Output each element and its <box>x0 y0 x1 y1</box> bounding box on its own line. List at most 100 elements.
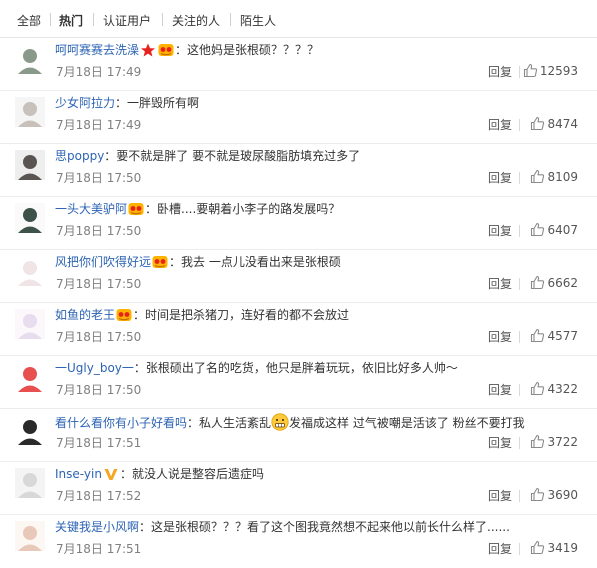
comment-timestamp: 7月18日 17:51 <box>56 436 142 450</box>
verified-v-badge[interactable] <box>103 467 119 481</box>
comment-body: 呵呵赛赛去洗澡 ：这他妈是张根硕？？？？ <box>55 42 319 58</box>
comment-timestamp: 7月18日 17:49 <box>56 118 142 132</box>
tab-strangers[interactable]: 陌生人 <box>240 12 276 29</box>
like-button[interactable]: 4577 <box>530 328 578 346</box>
tab-all[interactable]: 全部 <box>17 12 41 29</box>
action-divider <box>519 119 520 131</box>
tab-following[interactable]: 关注的人 <box>172 12 220 29</box>
comment-body: 一头大美驴阿 ：卧槽....要朝着小李子的路发展吗？ <box>55 201 340 217</box>
username-link[interactable]: 一Ugly_boy一 <box>55 361 134 375</box>
reply-button[interactable]: 回复 <box>488 542 512 556</box>
reply-button[interactable]: 回复 <box>488 224 512 238</box>
like-button[interactable]: 3419 <box>530 540 578 558</box>
comment-text: ：这他妈是张根硕？？？？ <box>175 43 320 57</box>
like-button[interactable]: 12593 <box>523 63 578 81</box>
reply-button[interactable]: 回复 <box>488 330 512 344</box>
avatar[interactable] <box>15 468 45 498</box>
avatar[interactable] <box>15 256 45 286</box>
vip-badge[interactable] <box>128 202 144 216</box>
reply-button[interactable]: 回复 <box>488 383 512 397</box>
comment-timestamp: 7月18日 17:50 <box>56 330 142 344</box>
like-button[interactable]: 8109 <box>530 169 578 187</box>
username-link[interactable]: 看什么看你有小子好看吗 <box>55 416 187 430</box>
username-link[interactable]: 风把你们吹得好远 <box>55 255 151 269</box>
vip-badge[interactable] <box>152 255 168 269</box>
like-count: 6407 <box>547 223 578 237</box>
thumbs-up-icon <box>531 328 545 343</box>
avatar[interactable] <box>15 521 45 551</box>
comment-row: 风把你们吹得好远 ：我去 一点儿没看出来是张根硕 7月18日 17:50 回复 6662 <box>0 250 597 303</box>
comment-text: ：要不就是胖了 要不就是玻尿酸脂肪填充过多了 <box>104 149 361 163</box>
like-button[interactable]: 6407 <box>530 222 578 240</box>
like-button[interactable]: 3722 <box>530 434 578 452</box>
avatar[interactable] <box>15 97 45 127</box>
avatar[interactable] <box>15 150 45 180</box>
comment-timestamp: 7月18日 17:49 <box>56 65 142 79</box>
username-link[interactable]: 少女阿拉力 <box>55 96 115 110</box>
thumbs-up-icon <box>531 222 545 237</box>
action-divider <box>519 172 520 184</box>
tab-hot[interactable]: 热门 <box>59 12 83 29</box>
username-link[interactable]: 如鱼的老王 <box>55 308 115 322</box>
comment-row: 如鱼的老王 ：时间是把杀猪刀，连好看的都不会放过 7月18日 17:50 回复 4577 <box>0 303 597 356</box>
reply-button[interactable]: 回复 <box>488 436 512 450</box>
like-button[interactable]: 4322 <box>530 381 578 399</box>
username-link[interactable]: 一头大美驴阿 <box>55 202 127 216</box>
thumbs-up-icon <box>531 540 545 555</box>
comment-body: 如鱼的老王 ：时间是把杀猪刀，连好看的都不会放过 <box>55 307 349 323</box>
thumbs-up-icon <box>531 434 545 449</box>
avatar[interactable] <box>15 415 45 445</box>
action-divider <box>519 437 520 449</box>
comment-body: 关键我是小风啊：这是张根硕？？？看了这个图我竟然想不起来他以前长什么样了....… <box>55 519 510 535</box>
tab-divider <box>162 13 163 26</box>
comment-timestamp: 7月18日 17:52 <box>56 489 142 503</box>
avatar[interactable] <box>15 44 45 74</box>
comment-text: ：这是张根硕？？？看了这个图我竟然想不起来他以前长什么样了...... <box>139 520 510 534</box>
comment-text: ：张根硕出了名的吃货，他只是胖着玩玩，依旧比好多人帅～ <box>133 361 458 375</box>
like-count: 6662 <box>547 276 578 290</box>
comment-body: 思poppy：要不就是胖了 要不就是玻尿酸脂肪填充过多了 <box>55 148 360 164</box>
comment-text: ：就没人说是整容后遗症吗 <box>119 467 264 481</box>
action-divider <box>519 490 520 502</box>
like-count: 12593 <box>539 64 578 78</box>
comment-text: ：私人生活紊乱 <box>187 416 272 430</box>
comment-body: 少女阿拉力：一胖毁所有啊 <box>55 95 199 111</box>
comment-text: ：时间是把杀猪刀，连好看的都不会放过 <box>133 308 350 322</box>
thumbs-up-icon <box>523 63 537 78</box>
like-button[interactable]: 6662 <box>530 275 578 293</box>
tab-verified-users[interactable]: 认证用户 <box>103 12 151 29</box>
avatar[interactable] <box>15 203 45 233</box>
reply-button[interactable]: 回复 <box>488 171 512 185</box>
username-link[interactable]: 呵呵赛赛去洗澡 <box>55 43 139 57</box>
avatar[interactable] <box>15 362 45 392</box>
comment-row: 一Ugly_boy一：张根硕出了名的吃货，他只是胖着玩玩，依旧比好多人帅～ 7月1… <box>0 356 597 409</box>
vip-badge[interactable] <box>158 43 174 57</box>
username-link[interactable]: 思poppy <box>55 149 104 163</box>
like-button[interactable]: 8474 <box>530 116 578 134</box>
reply-button[interactable]: 回复 <box>488 489 512 503</box>
username-link[interactable]: Inse-yin <box>55 467 102 481</box>
comment-filter-tabs: 全部 热门 认证用户 关注的人 陌生人 <box>0 0 597 38</box>
thumbs-up-icon <box>531 275 545 290</box>
comment-text: ：一胖毁所有啊 <box>115 96 200 110</box>
like-count: 4322 <box>547 382 578 396</box>
star-badge[interactable] <box>140 43 156 57</box>
thumbs-up-icon <box>531 169 545 184</box>
comment-timestamp: 7月18日 17:50 <box>56 383 142 397</box>
reply-button[interactable]: 回复 <box>488 118 512 132</box>
avatar[interactable] <box>15 309 45 339</box>
username-link[interactable]: 关键我是小风啊 <box>55 520 139 534</box>
action-divider <box>519 278 520 290</box>
thumbs-up-icon <box>531 487 545 502</box>
vip-badge[interactable] <box>116 308 132 322</box>
reply-button[interactable]: 回复 <box>488 277 512 291</box>
comment-body: 看什么看你有小子好看吗：私人生活紊乱 发福成这样 过气被嘲是活该了 粉丝不要打我 <box>55 413 525 431</box>
action-divider <box>519 384 520 396</box>
comment-timestamp: 7月18日 17:51 <box>56 542 142 556</box>
comment-text: ：我去 一点儿没看出来是张根硕 <box>169 255 341 269</box>
like-button[interactable]: 3690 <box>530 487 578 505</box>
comment-row: 一头大美驴阿 ：卧槽....要朝着小李子的路发展吗？ 7月18日 17:50 回复 64… <box>0 197 597 250</box>
comment-text-continued: 发福成这样 过气被嘲是活该了 粉丝不要打我 <box>289 416 525 430</box>
reply-button[interactable]: 回复 <box>488 65 512 79</box>
action-divider <box>519 543 520 555</box>
